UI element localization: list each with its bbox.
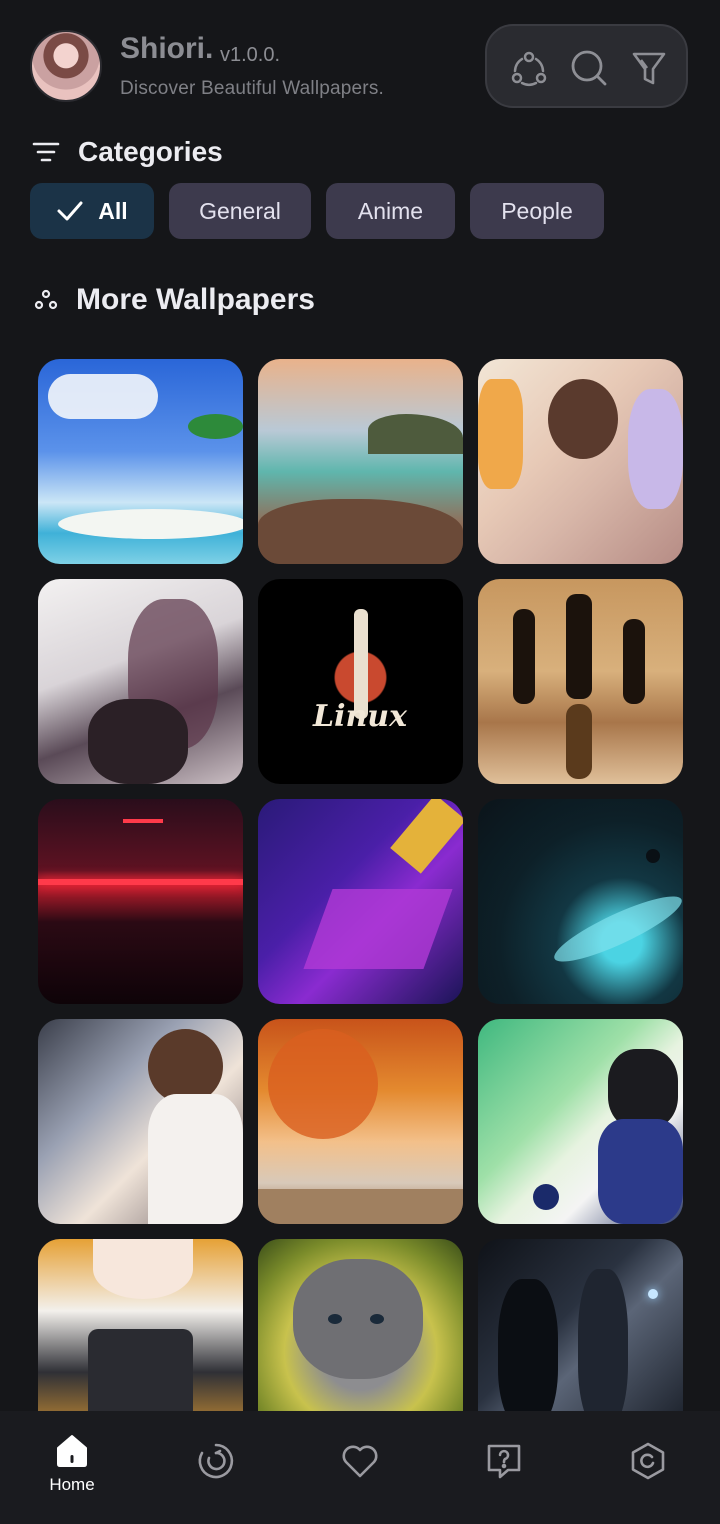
chip-anime[interactable]: Anime [326, 183, 455, 239]
wallpaper-tile[interactable]: Linux [258, 579, 463, 784]
settings-hex-icon [631, 1442, 665, 1480]
wallpaper-tile[interactable] [478, 799, 683, 1004]
chip-label: Anime [357, 197, 424, 224]
filter-icon [632, 52, 666, 85]
nav-help[interactable] [432, 1411, 576, 1524]
wallpaper-tile[interactable] [478, 1019, 683, 1224]
wallpaper-grid: Linux [38, 359, 684, 1411]
wallpaper-tile[interactable] [38, 359, 243, 564]
wallpaper-tile[interactable] [478, 579, 683, 784]
chip-label: General [199, 197, 281, 224]
share-button[interactable] [509, 48, 549, 88]
chip-label: People [501, 197, 573, 224]
avatar[interactable] [30, 30, 102, 102]
app-subtitle: Discover Beautiful Wallpapers. [120, 78, 385, 99]
help-chat-icon [487, 1444, 521, 1479]
chip-general[interactable]: General [169, 183, 311, 239]
categories-heading: Categories [32, 132, 223, 172]
wallpaper-tile[interactable] [258, 799, 463, 1004]
search-icon [571, 50, 607, 86]
categories-title: Categories [78, 136, 223, 167]
bottom-navigation: Home [0, 1411, 720, 1524]
more-wallpapers-heading: More Wallpapers [34, 280, 315, 320]
wallpaper-tile[interactable] [478, 359, 683, 564]
chip-all[interactable]: All [30, 183, 154, 239]
header-toolbar [485, 24, 688, 108]
chip-label: All [98, 197, 128, 224]
wallpaper-tile[interactable] [258, 359, 463, 564]
wallpaper-tile[interactable] [38, 579, 243, 784]
nav-settings[interactable] [576, 1411, 720, 1524]
app-name: Shiori. [120, 32, 214, 65]
app-header: Shiori. v1.0.0. Discover Beautiful Wallp… [0, 0, 720, 130]
nav-favorites[interactable] [288, 1411, 432, 1524]
wallpaper-tile[interactable] [38, 1019, 243, 1224]
wallpaper-tile[interactable] [258, 1239, 463, 1411]
chip-people[interactable]: People [470, 183, 604, 239]
nav-refresh[interactable] [144, 1411, 288, 1524]
linux-logo-text: Linux [313, 699, 407, 734]
refresh-icon [198, 1443, 234, 1479]
nav-home[interactable]: Home [0, 1411, 144, 1524]
wallpaper-tile[interactable] [258, 1019, 463, 1224]
nav-home-label: Home [49, 1475, 95, 1494]
app-version: v1.0.0. [220, 44, 281, 66]
wallpaper-tile[interactable] [38, 1239, 243, 1411]
dots-cluster-icon [34, 289, 58, 310]
filter-button[interactable] [629, 48, 669, 88]
wallpaper-tile[interactable] [478, 1239, 683, 1411]
sort-lines-icon [32, 142, 60, 162]
wallpaper-tile[interactable] [38, 799, 243, 1004]
heart-icon [342, 1445, 378, 1478]
more-wallpapers-title: More Wallpapers [76, 283, 315, 316]
share-nodes-icon [511, 51, 547, 86]
check-icon [57, 201, 83, 221]
home-icon [57, 1435, 87, 1467]
search-button[interactable] [569, 48, 609, 88]
category-chips: All General Anime People [30, 183, 604, 239]
